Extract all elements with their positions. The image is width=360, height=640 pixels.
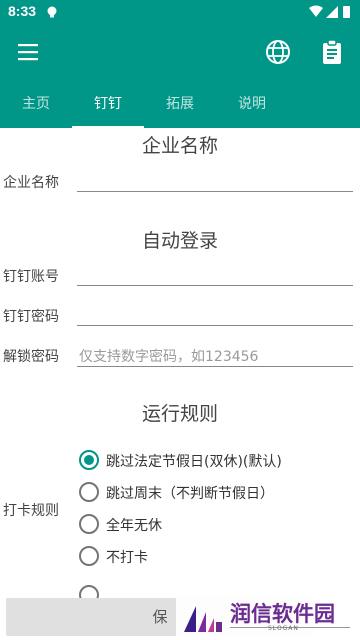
radio-button[interactable]: [79, 514, 99, 534]
account-label: 钉钉账号: [3, 269, 59, 285]
company-input[interactable]: [77, 191, 353, 192]
section-title-company: 企业名称: [141, 135, 218, 157]
menu-icon[interactable]: [12, 36, 44, 68]
password-input[interactable]: [77, 325, 353, 326]
watermark-text: 润信软件园: [230, 602, 335, 626]
tab-dingtalk[interactable]: 钉钉: [72, 80, 144, 128]
password-label: 钉钉密码: [3, 309, 59, 325]
rule-option-label: 跳过法定节假日(双休)(默认): [106, 454, 282, 470]
wifi-icon: [309, 5, 323, 17]
rule-option-label: 跳过周末（不判断节假日）: [106, 486, 274, 502]
company-label: 企业名称: [3, 175, 59, 191]
signal-icon: [326, 6, 338, 18]
rule-option-label: 全年无休: [106, 518, 162, 534]
rules-label: 打卡规则: [3, 503, 59, 519]
account-input[interactable]: [77, 285, 353, 286]
unlock-label: 解锁密码: [3, 349, 59, 365]
app-bar: [0, 24, 360, 80]
watermark-logo: 润信软件园 SLOGAN: [176, 594, 360, 640]
settings-form: 企业名称 企业名称 自动登录 钉钉账号 钉钉密码 解锁密码 仅支持数字密码，如1…: [0, 128, 360, 640]
tab-help[interactable]: 说明: [216, 80, 288, 128]
tab-home[interactable]: 主页: [0, 80, 72, 128]
tab-bar: 主页 钉钉 拓展 说明: [0, 80, 360, 128]
clipboard-icon[interactable]: [316, 36, 348, 68]
unlock-input-line: [77, 366, 353, 367]
rule-option-label: 不打卡: [106, 550, 148, 566]
status-bar: 8:33: [0, 0, 360, 24]
status-icons: [309, 5, 350, 18]
radio-button[interactable]: [79, 546, 99, 566]
tab-extend[interactable]: 拓展: [144, 80, 216, 128]
logo-mark-icon: [184, 606, 222, 632]
notification-icon: [47, 6, 57, 18]
radio-button[interactable]: [79, 450, 99, 470]
watermark-slogan: SLOGAN: [268, 625, 299, 632]
globe-icon[interactable]: [262, 36, 294, 68]
unlock-input[interactable]: 仅支持数字密码，如123456: [79, 346, 258, 366]
section-title-auto-login: 自动登录: [141, 230, 218, 252]
radio-button[interactable]: [79, 482, 99, 502]
section-title-rules: 运行规则: [141, 403, 218, 425]
battery-icon: [343, 6, 350, 18]
status-time: 8:33: [8, 3, 37, 19]
